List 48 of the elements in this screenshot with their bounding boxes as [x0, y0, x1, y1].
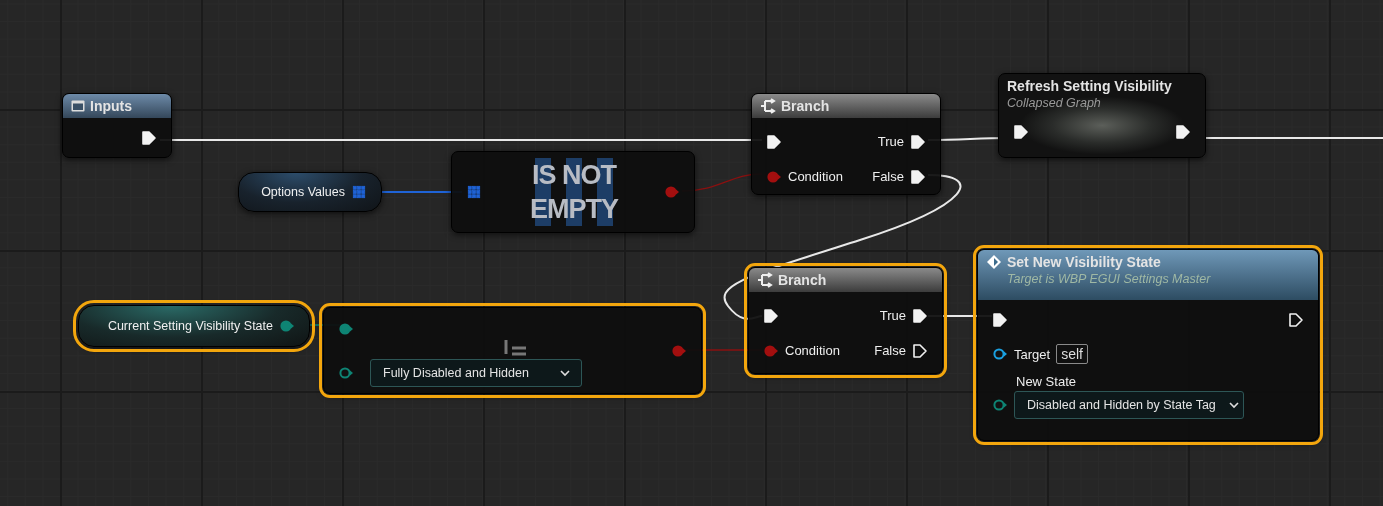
window-icon [71, 100, 85, 112]
node-subtitle: Collapsed Graph [1007, 96, 1102, 110]
exec-pin-icon[interactable] [912, 307, 928, 324]
chevron-icon [559, 368, 571, 377]
exec-pin-icon[interactable] [910, 168, 926, 185]
variable-label: Current Setting Visibility State [107, 319, 273, 333]
exec-pin-icon[interactable] [1013, 124, 1029, 140]
node-title: Refresh Setting Visibility [1007, 78, 1172, 94]
pin-icon[interactable] [992, 346, 1008, 362]
branch-icon [757, 272, 773, 288]
node-title: Set New Visibility State [1007, 254, 1161, 270]
pin-label: Target [1014, 346, 1051, 362]
chevron-icon [1227, 401, 1240, 409]
pin-icon[interactable] [338, 364, 354, 381]
pin-label: True [879, 308, 906, 323]
pin-icon[interactable] [338, 320, 354, 337]
value-field[interactable]: self [1056, 344, 1088, 364]
pin-icon[interactable] [466, 184, 482, 200]
pin-label: False [872, 169, 904, 184]
pin-icon[interactable] [992, 397, 1008, 413]
pin-label: False [874, 343, 906, 358]
enum-dropdown[interactable]: Fully Disabled and Hidden [370, 358, 582, 387]
node-title: Branch [778, 272, 827, 288]
enum-dropdown[interactable]: Disabled and Hidden by State Tag [1014, 391, 1244, 419]
exec-pin-icon[interactable] [1175, 124, 1191, 140]
exec-pin-icon[interactable] [1288, 312, 1304, 328]
pin-label: Condition [788, 169, 843, 184]
node-title: Inputs [90, 98, 132, 114]
pin-label: True [877, 134, 904, 149]
node-title: Branch [781, 98, 830, 114]
graph-node[interactable]: Options Values [238, 172, 382, 212]
exec-pin-icon[interactable] [910, 133, 926, 150]
exec-pin-icon[interactable] [763, 307, 779, 324]
graph-node[interactable]: Inputs [62, 93, 172, 158]
exec-pin-icon[interactable] [912, 342, 928, 359]
branch-icon [760, 98, 776, 114]
graph-node[interactable]: Refresh Setting Visibility Collapsed Graph [998, 73, 1206, 158]
pin-label: New State [1016, 374, 1077, 389]
exec-pin-icon[interactable] [992, 312, 1008, 328]
pin-icon[interactable] [351, 184, 367, 200]
node-subtitle: Target is WBP EGUI Settings Master [1007, 272, 1212, 286]
graph-node[interactable]: Branch Condition True False [751, 93, 941, 195]
pin-label: Condition [785, 343, 840, 358]
pin-icon[interactable] [279, 318, 295, 334]
exec-pin-icon[interactable] [141, 130, 157, 146]
variable-label: Options Values [261, 185, 345, 199]
function-icon [986, 254, 1002, 270]
exec-pin-icon[interactable] [766, 133, 782, 150]
